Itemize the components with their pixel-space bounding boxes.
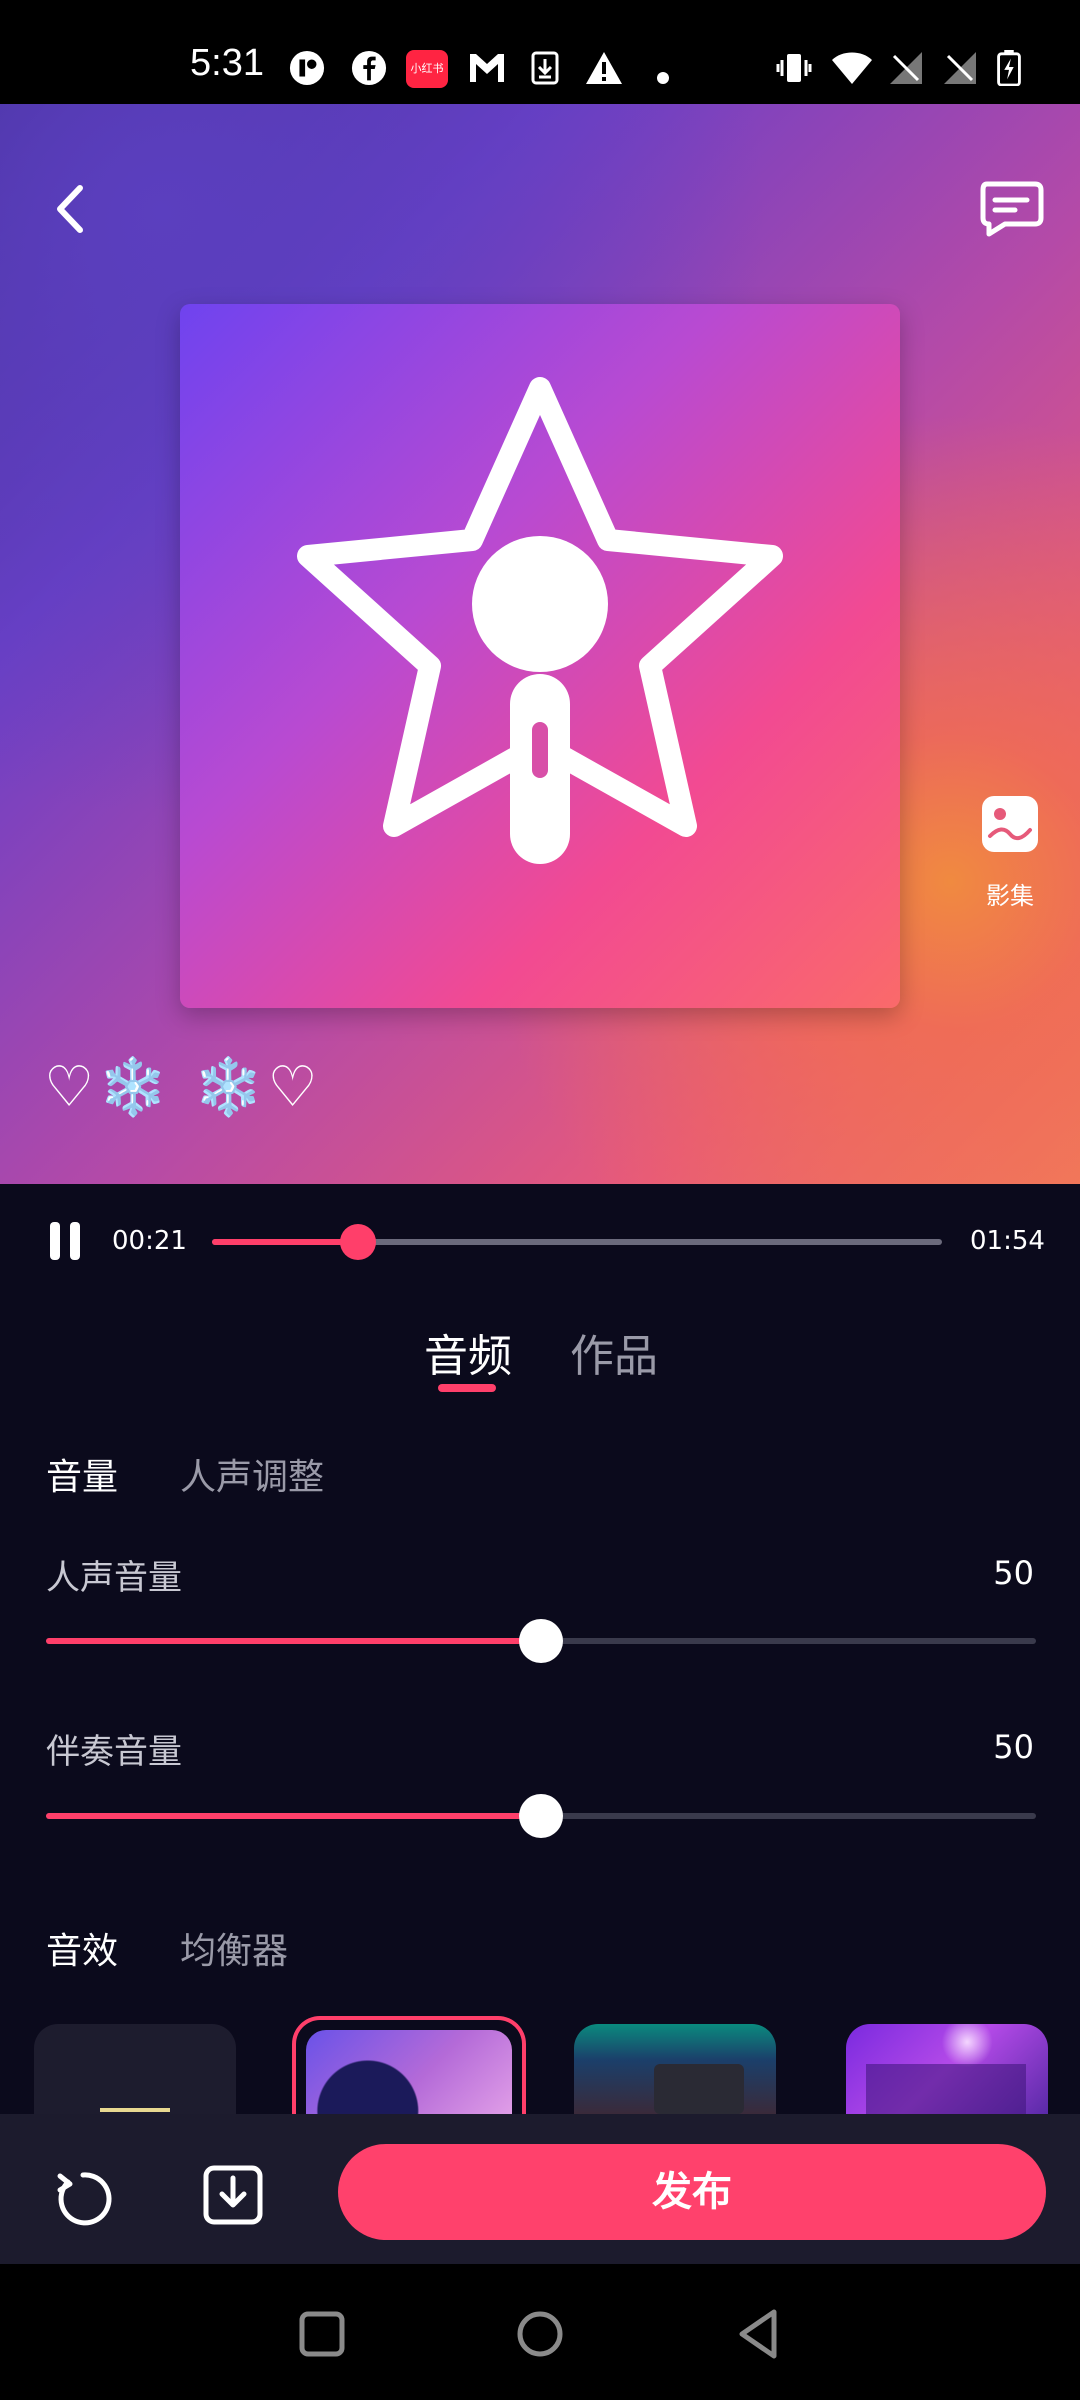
alert-icon <box>586 52 622 84</box>
status-time: 5:31 <box>190 42 264 84</box>
back-button[interactable] <box>40 174 100 244</box>
album-cover <box>180 304 900 1008</box>
publish-button[interactable]: 发布 <box>338 2144 1046 2240</box>
tab-indicator <box>438 1384 496 1392</box>
effect-thumbnail-mark <box>100 2108 170 2112</box>
star-microphone-icon <box>297 377 783 864</box>
reset-button[interactable] <box>50 2166 116 2232</box>
effect-thumbnail[interactable] <box>846 2024 1048 2114</box>
download-icon <box>531 51 559 85</box>
progress-fill <box>212 1239 358 1245</box>
tab-sound-effects[interactable]: 音效 <box>46 1922 118 1974</box>
gmail-icon <box>470 54 504 82</box>
caption-emoji-line: ♡❄️ ❄️♡ <box>44 1055 322 1120</box>
vocal-volume-label: 人声音量 <box>46 1558 182 1598</box>
comment-button[interactable] <box>975 174 1047 244</box>
effect-thumbnail-image <box>306 2030 512 2118</box>
save-draft-button[interactable] <box>200 2162 266 2228</box>
dot-icon <box>657 72 669 84</box>
no-signal-icon <box>890 52 922 84</box>
vocal-volume-value: 50 <box>993 1554 1034 1592</box>
gallery-button[interactable]: 影集 <box>965 794 1055 914</box>
xiaohongshu-icon: 小红书 <box>406 50 448 88</box>
tab-equalizer[interactable]: 均衡器 <box>180 1922 288 1974</box>
gallery-icon <box>982 796 1038 852</box>
current-time: 00:21 <box>112 1226 187 1256</box>
effect-thumbnail[interactable] <box>574 2024 776 2114</box>
accompaniment-volume-slider[interactable] <box>46 1794 1036 1838</box>
status-bar: 5:31 小红书 <box>0 0 1080 104</box>
battery-charging-icon <box>997 50 1021 86</box>
home-icon[interactable] <box>510 2304 570 2364</box>
action-bar: 发布 <box>0 2114 1080 2264</box>
vocal-volume-fill <box>46 1638 541 1644</box>
accompaniment-volume-fill <box>46 1813 541 1819</box>
accompaniment-volume-thumb[interactable] <box>519 1794 563 1838</box>
vocal-volume-thumb[interactable] <box>519 1619 563 1663</box>
wifi-icon <box>832 52 872 84</box>
accompaniment-volume-label: 伴奏音量 <box>46 1732 182 1772</box>
recents-icon[interactable] <box>292 2304 352 2364</box>
tab-volume[interactable]: 音量 <box>46 1448 118 1500</box>
hero-background: 影集 ♡❄️ ❄️♡ <box>0 104 1080 1184</box>
progress-thumb[interactable] <box>340 1224 376 1260</box>
total-time: 01:54 <box>970 1226 1045 1256</box>
tab-audio[interactable]: 音频 <box>424 1320 512 1384</box>
vocal-volume-slider[interactable] <box>46 1619 1036 1663</box>
effect-thumbnail-image <box>866 2064 1026 2114</box>
effect-thumbnail-selected[interactable] <box>292 2016 526 2118</box>
back-nav-icon[interactable] <box>728 2304 788 2364</box>
gallery-label: 影集 <box>986 882 1034 910</box>
player-bar: 00:21 01:54 <box>0 1184 1080 1294</box>
no-signal-icon <box>944 52 976 84</box>
accompaniment-volume-value: 50 <box>993 1728 1034 1766</box>
effect-thumbnail-image <box>654 2064 744 2114</box>
app-icon <box>289 50 325 86</box>
pause-button[interactable] <box>46 1220 86 1262</box>
system-nav-bar <box>0 2264 1080 2400</box>
effect-thumbnail[interactable] <box>34 2024 236 2114</box>
tab-works[interactable]: 作品 <box>570 1320 658 1384</box>
tab-vocal-adjust[interactable]: 人声调整 <box>180 1448 324 1500</box>
main-tabs: 音频 作品 <box>0 1310 1080 1400</box>
vibrate-icon <box>776 54 812 82</box>
facebook-icon <box>351 50 387 86</box>
xiaohongshu-badge-text: 小红书 <box>410 62 444 75</box>
progress-slider[interactable] <box>212 1224 942 1260</box>
